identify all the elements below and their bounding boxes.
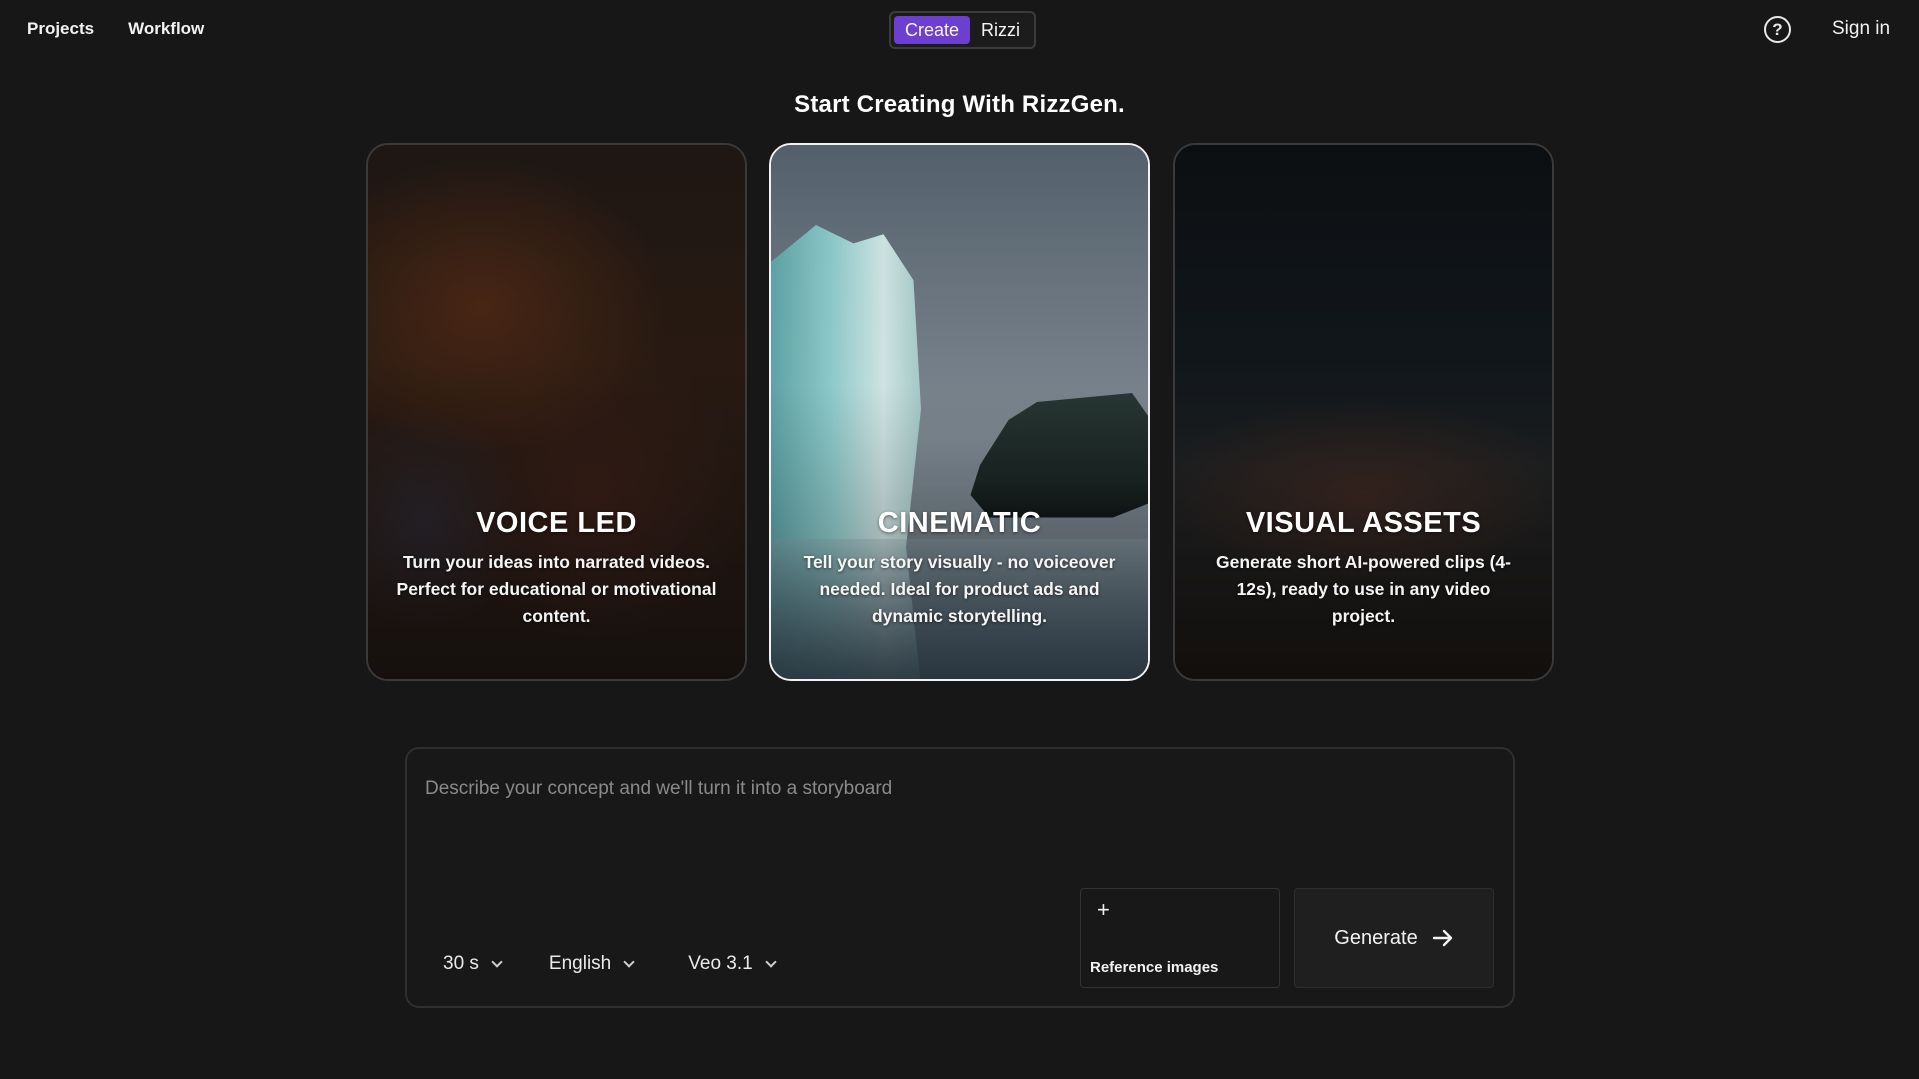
- concept-prompt-input[interactable]: [425, 769, 1485, 809]
- language-select[interactable]: English: [548, 953, 635, 975]
- prompt-panel: 30 s English Veo 3.1 + Reference images …: [405, 747, 1515, 1008]
- card-text: VOICE LED Turn your ideas into narrated …: [368, 507, 745, 630]
- card-cinematic[interactable]: CINEMATIC Tell your story visually - no …: [769, 143, 1150, 681]
- duration-select[interactable]: 30 s: [443, 953, 503, 975]
- page-title: Start Creating With RizzGen.: [794, 91, 1125, 118]
- card-description: Generate short AI-powered clips (4-12s),…: [1216, 552, 1511, 626]
- card-text: VISUAL ASSETS Generate short AI-powered …: [1175, 507, 1552, 630]
- reference-images-label: Reference images: [1090, 959, 1219, 976]
- model-select[interactable]: Veo 3.1: [688, 953, 777, 975]
- sign-in-link[interactable]: Sign in: [1832, 18, 1890, 40]
- card-visual-assets[interactable]: VISUAL ASSETS Generate short AI-powered …: [1173, 143, 1554, 681]
- card-description: Tell your story visually - no voiceover …: [803, 552, 1116, 626]
- card-title: VISUAL ASSETS: [1245, 507, 1482, 539]
- mode-create-button[interactable]: Create: [894, 16, 971, 44]
- chevron-down-icon: [623, 955, 635, 968]
- main-nav: Projects Workflow: [27, 19, 204, 39]
- card-title: VOICE LED: [476, 507, 637, 539]
- chevron-down-icon: [491, 955, 503, 968]
- nav-projects-link[interactable]: Projects: [27, 19, 94, 39]
- nav-workflow-link[interactable]: Workflow: [128, 19, 204, 39]
- language-value: English: [548, 953, 612, 974]
- mode-rizzi-button[interactable]: Rizzi: [970, 16, 1031, 44]
- top-bar: Projects Workflow Create Rizzi ? Sign in: [0, 0, 1919, 60]
- card-description: Turn your ideas into narrated videos. Pe…: [396, 552, 717, 626]
- generate-label: Generate: [1334, 926, 1418, 949]
- duration-value: 30 s: [443, 953, 479, 974]
- reference-images-button[interactable]: + Reference images: [1080, 888, 1280, 988]
- card-voice-led[interactable]: VOICE LED Turn your ideas into narrated …: [366, 143, 747, 681]
- plus-icon: +: [1097, 897, 1110, 922]
- page: Projects Workflow Create Rizzi ? Sign in…: [0, 0, 1919, 1079]
- model-value: Veo 3.1: [688, 953, 753, 974]
- help-icon[interactable]: ?: [1764, 16, 1791, 43]
- card-text: CINEMATIC Tell your story visually - no …: [771, 507, 1148, 630]
- mode-toggle: Create Rizzi: [889, 11, 1037, 49]
- chevron-down-icon: [765, 955, 777, 968]
- arrow-right-icon: [1432, 928, 1454, 948]
- card-title: CINEMATIC: [877, 507, 1042, 539]
- generate-button[interactable]: Generate: [1294, 888, 1494, 988]
- generation-options: 30 s English Veo 3.1: [443, 953, 777, 975]
